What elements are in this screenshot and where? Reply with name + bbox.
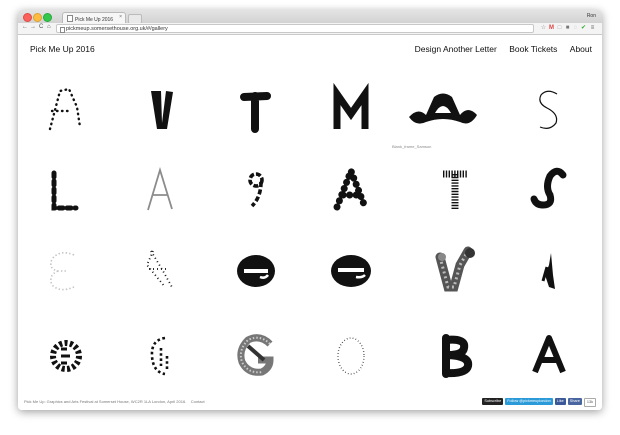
address-bar[interactable]: pickmeup.somersethouse.org.uk/#/gallery <box>56 24 534 33</box>
twitter-follow-button[interactable]: Follow @pickmeuplondon <box>505 398 553 405</box>
browser-tab[interactable]: Pick Me Up 2016 × <box>62 12 126 23</box>
letter-drawing <box>150 336 169 376</box>
close-window-button[interactable] <box>23 13 32 22</box>
letter-drawing <box>237 334 274 376</box>
letter-drawing <box>248 172 264 208</box>
extension-icon[interactable]: ◌ <box>572 24 579 32</box>
tab-close-icon[interactable]: × <box>119 14 122 20</box>
menu-icon[interactable]: ≡ <box>589 24 596 32</box>
menu-book-tickets[interactable]: Book Tickets <box>509 44 557 54</box>
letter-drawing <box>337 337 365 375</box>
letter-drawing <box>48 87 82 131</box>
letter-drawing <box>145 250 174 290</box>
letter-drawing <box>435 246 475 292</box>
letter-drawing <box>539 90 558 129</box>
reload-icon[interactable]: C <box>39 24 43 30</box>
home-icon[interactable]: ⌂ <box>47 24 51 30</box>
page-icon <box>67 15 73 22</box>
letter-drawing <box>409 93 477 124</box>
footer-text: Pick Me Up: Graphics and Arts Festival a… <box>24 399 187 404</box>
letter-drawing <box>532 335 566 374</box>
letter-drawing <box>443 170 467 210</box>
social-buttons: Subscribe Follow @pickmeuplondon Like Share… <box>480 398 596 407</box>
hover-caption: Blank_frame_Samson <box>392 144 432 149</box>
page-info-icon[interactable] <box>60 27 65 33</box>
share-count: 13k <box>583 398 596 407</box>
footer-contact-link[interactable]: Contact <box>191 399 205 404</box>
url-text: pickmeup.somersethouse.org.uk/#/gallery <box>66 25 168 32</box>
tab-strip: Pick Me Up 2016 × Ron <box>18 10 602 24</box>
gmail-extension-icon[interactable]: M <box>548 24 555 32</box>
letter-drawing <box>530 167 567 209</box>
site-logo[interactable]: Pick Me Up 2016 <box>30 44 95 54</box>
letter-drawing <box>147 166 173 211</box>
extension-icon[interactable]: ■ <box>564 24 571 32</box>
letter-drawing <box>333 82 369 129</box>
menu-design-another-letter[interactable]: Design Another Letter <box>415 44 497 54</box>
back-icon[interactable]: ← <box>22 24 28 30</box>
letter-drawing <box>51 170 79 211</box>
letter-drawing <box>240 92 271 133</box>
bookmark-star-icon[interactable]: ☆ <box>540 24 547 32</box>
letter-drawing <box>333 161 369 211</box>
footer-info: Pick Me Up: Graphics and Arts Festival a… <box>24 399 205 404</box>
letter-drawing <box>331 255 371 287</box>
letter-drawing <box>50 251 75 291</box>
subscribe-button[interactable]: Subscribe <box>482 398 504 405</box>
letter-drawing <box>541 253 555 289</box>
facebook-like-button[interactable]: Like <box>554 398 566 405</box>
letter-drawing <box>50 340 82 372</box>
minimize-window-button[interactable] <box>33 13 42 22</box>
facebook-share-button[interactable]: Share <box>567 398 582 405</box>
browser-toolbar: ← → C ⌂ pickmeup.somersethouse.org.uk/#/… <box>18 23 602 35</box>
extension-icon[interactable]: □ <box>556 24 563 32</box>
zoom-window-button[interactable] <box>43 13 52 22</box>
browser-window: Pick Me Up 2016 × Ron ← → C ⌂ pickmeup.s… <box>18 10 602 410</box>
forward-icon[interactable]: → <box>30 24 36 30</box>
letter-drawing <box>151 91 173 129</box>
main-menu: Design Another Letter Book Tickets About <box>405 44 592 54</box>
profile-name[interactable]: Ron <box>587 13 596 19</box>
letter-drawing <box>442 334 473 378</box>
menu-about[interactable]: About <box>570 44 592 54</box>
website: Pick Me Up 2016 Design Another Letter Bo… <box>18 35 602 410</box>
checkmark-extension-icon[interactable]: ✔ <box>580 24 587 32</box>
letter-drawing <box>237 255 275 287</box>
